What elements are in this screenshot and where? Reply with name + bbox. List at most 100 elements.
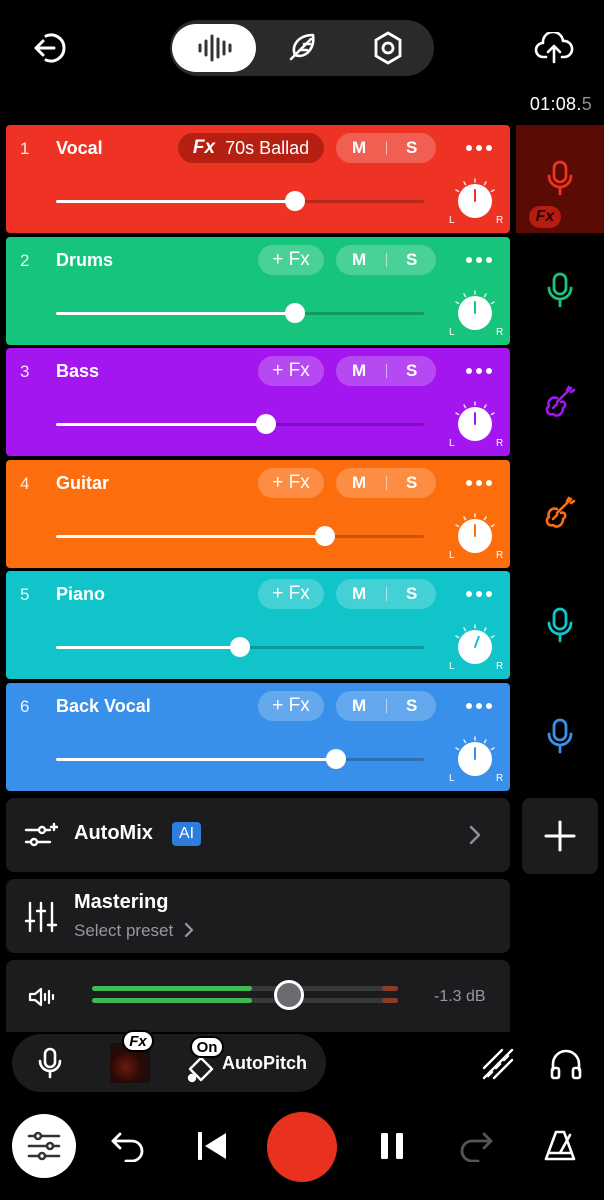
pan-knob[interactable]: L R	[449, 177, 503, 227]
volume-slider-thumb[interactable]	[230, 637, 250, 657]
fx-preset-button[interactable]: Fx 70s Ballad	[178, 133, 324, 163]
pan-left-label: L	[449, 327, 455, 338]
track-6[interactable]: 6 Back Vocal + Fx M S L R	[6, 683, 510, 791]
track-more-button[interactable]	[466, 368, 492, 374]
track-name[interactable]: Bass	[56, 361, 99, 382]
select-preset-link[interactable]: Select preset	[74, 921, 194, 941]
volume-slider-thumb[interactable]	[285, 191, 305, 211]
track-5-input-mic-icon[interactable]	[540, 605, 580, 645]
mute-button[interactable]: M	[352, 696, 366, 716]
mute-button[interactable]: M	[352, 250, 366, 270]
chevron-right-icon	[469, 825, 481, 845]
track-2-input-mic-icon[interactable]	[540, 270, 580, 310]
master-volume-thumb[interactable]	[274, 980, 304, 1010]
volume-slider-thumb[interactable]	[326, 749, 346, 769]
upload-button[interactable]	[530, 26, 578, 70]
solo-button[interactable]: S	[406, 138, 417, 158]
volume-slider[interactable]	[56, 637, 424, 657]
pan-indicator	[474, 635, 480, 648]
pan-knob[interactable]: L R	[449, 623, 503, 673]
volume-slider-thumb[interactable]	[315, 526, 335, 546]
solo-button[interactable]: S	[406, 696, 417, 716]
tab-lyrics[interactable]	[260, 24, 344, 72]
headphones-button[interactable]	[546, 1044, 586, 1084]
track-3[interactable]: 3 Bass + Fx M S L R	[6, 348, 510, 456]
add-fx-button[interactable]: + Fx	[258, 579, 324, 609]
track-1[interactable]: 1 Vocal Fx 70s Ballad M S L R	[6, 125, 510, 233]
mute-button[interactable]: M	[352, 584, 366, 604]
pan-knob[interactable]: L R	[449, 512, 503, 562]
add-track-button[interactable]	[522, 798, 598, 874]
volume-slider[interactable]	[56, 303, 424, 323]
mic-icon	[38, 1047, 62, 1079]
tab-mixer[interactable]	[172, 24, 256, 72]
track-more-button[interactable]	[466, 480, 492, 486]
volume-slider-thumb[interactable]	[285, 303, 305, 323]
volume-slider-fill	[56, 423, 266, 426]
volume-slider[interactable]	[56, 749, 424, 769]
autopitch-toggle[interactable]: AutoPitch	[222, 1053, 307, 1074]
track-more-button[interactable]	[466, 591, 492, 597]
track-1-input-mic-icon[interactable]	[540, 158, 580, 198]
solo-button[interactable]: S	[406, 250, 417, 270]
volume-slider-fill	[56, 535, 325, 538]
mute-solo-group: M S	[336, 691, 436, 721]
mute-button[interactable]: M	[352, 473, 366, 493]
solo-button[interactable]: S	[406, 361, 417, 381]
track-2[interactable]: 2 Drums + Fx M S L R	[6, 237, 510, 345]
add-fx-button[interactable]: + Fx	[258, 691, 324, 721]
pause-button[interactable]	[372, 1126, 412, 1166]
mixer-sliders-icon	[27, 1131, 61, 1161]
pan-knob[interactable]: L R	[449, 735, 503, 785]
mastering-row[interactable]: Mastering Select preset	[6, 879, 510, 953]
pan-knob[interactable]: L R	[449, 289, 503, 339]
volume-slider-fill	[56, 312, 295, 315]
level-meter-left	[92, 986, 398, 991]
exit-button[interactable]	[28, 26, 72, 70]
volume-slider-thumb[interactable]	[256, 414, 276, 434]
timecode-fraction: 5	[581, 94, 592, 114]
track-6-input-mic-icon[interactable]	[540, 716, 580, 756]
volume-slider[interactable]	[56, 191, 424, 211]
mute-button[interactable]: M	[352, 361, 366, 381]
track-3-input-guitar-icon[interactable]	[540, 382, 580, 422]
redo-button[interactable]	[456, 1126, 496, 1166]
track-4-input-guitar-icon[interactable]	[540, 493, 580, 533]
input-mic-button[interactable]	[34, 1046, 66, 1080]
pan-knob[interactable]: L R	[449, 400, 503, 450]
track-name[interactable]: Guitar	[56, 473, 109, 494]
volume-slider[interactable]	[56, 414, 424, 434]
add-fx-button[interactable]: + Fx	[258, 356, 324, 386]
track-name[interactable]: Drums	[56, 250, 113, 271]
track-more-button[interactable]	[466, 703, 492, 709]
timecode-main: 01:08.	[529, 94, 582, 114]
solo-button[interactable]: S	[406, 473, 417, 493]
undo-button[interactable]	[108, 1126, 148, 1166]
mute-button[interactable]: M	[352, 138, 366, 158]
track-number: 4	[20, 474, 30, 493]
track-5[interactable]: 5 Piano + Fx M S L R	[6, 571, 510, 679]
track-number: 2	[20, 251, 30, 270]
metronome-button[interactable]	[540, 1126, 580, 1166]
track-name[interactable]: Back Vocal	[56, 696, 151, 717]
record-button[interactable]	[267, 1112, 337, 1182]
tab-settings[interactable]	[346, 24, 430, 72]
guitar-tuner-button[interactable]	[478, 1044, 518, 1084]
add-fx-button[interactable]: + Fx	[258, 245, 324, 275]
pan-right-label: R	[496, 550, 504, 561]
solo-button[interactable]: S	[406, 584, 417, 604]
track-name[interactable]: Piano	[56, 584, 105, 605]
track-more-button[interactable]	[466, 257, 492, 263]
automix-row[interactable]: AutoMix AI	[6, 798, 510, 872]
volume-slider-fill	[56, 200, 295, 203]
track-name[interactable]: Vocal	[56, 138, 103, 159]
mute-solo-group: M S	[336, 356, 436, 386]
plus-icon	[544, 820, 576, 852]
skip-to-start-button[interactable]	[192, 1126, 232, 1166]
mixer-button[interactable]	[12, 1114, 76, 1178]
fx-preset-name: 70s Ballad	[225, 137, 310, 158]
track-more-button[interactable]	[466, 145, 492, 151]
add-fx-button[interactable]: + Fx	[258, 468, 324, 498]
track-4[interactable]: 4 Guitar + Fx M S L R	[6, 460, 510, 568]
volume-slider[interactable]	[56, 526, 424, 546]
